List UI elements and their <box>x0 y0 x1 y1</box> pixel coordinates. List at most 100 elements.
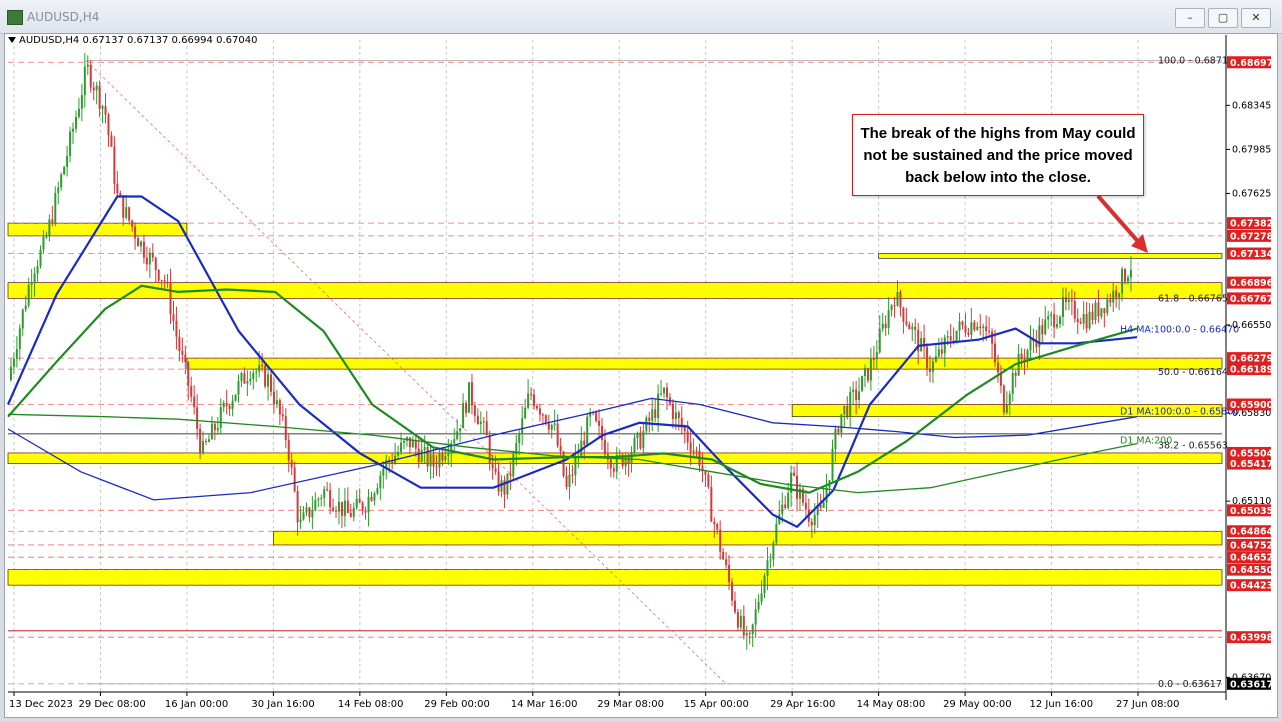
chart-legend: AUDUSD,H4 0.67137 0.67137 0.66994 0.6704… <box>8 35 257 46</box>
candle-body <box>683 427 686 432</box>
fibonacci-trendline <box>85 60 727 685</box>
candle-body <box>80 95 83 109</box>
candle-body <box>329 490 332 508</box>
candle-body <box>810 521 813 526</box>
candle-body <box>314 500 317 511</box>
price-tag-label: 0.64423 <box>1230 581 1273 592</box>
candle-body <box>163 280 166 282</box>
candle-body <box>556 423 559 446</box>
candle-body <box>89 64 92 88</box>
candle-body <box>397 451 400 456</box>
candle-body <box>651 409 654 421</box>
candle-body <box>39 249 42 267</box>
price-chart-svg[interactable]: 100.0 - 0.68710 61.8 - 0.66765 50.0 - 0.66… <box>0 0 1282 722</box>
candle-body <box>122 195 125 218</box>
candle-body <box>964 325 967 333</box>
candle-body <box>355 498 358 508</box>
candle-body <box>63 166 66 175</box>
dropdown-triangle-icon[interactable] <box>8 37 16 43</box>
candle-body <box>586 416 589 446</box>
candle-body <box>181 350 184 355</box>
candle-body <box>104 106 107 115</box>
x-tick-label: 14 Feb 08:00 <box>338 699 404 710</box>
candle-body <box>731 581 734 601</box>
price-tag-label: 0.68697 <box>1230 58 1273 69</box>
candle-body <box>346 500 349 513</box>
candle-body <box>332 507 335 511</box>
candle-body <box>595 412 598 421</box>
candle-body <box>190 386 193 397</box>
x-tick-label: 29 Apr 16:00 <box>770 699 835 710</box>
candle-body <box>402 440 405 443</box>
candle-body <box>435 466 438 468</box>
candle-body <box>627 457 630 463</box>
candle-body <box>689 442 692 452</box>
candle-body <box>559 445 562 452</box>
candle-body <box>716 523 719 530</box>
price-tag-label: 0.64752 <box>1230 540 1273 551</box>
candle-body <box>1014 372 1017 376</box>
candle-body <box>148 252 151 265</box>
candle-body <box>866 368 869 381</box>
candle-body <box>949 336 952 341</box>
candle-body <box>438 453 441 468</box>
candle-body <box>893 305 896 307</box>
candle-body <box>204 441 207 443</box>
candle-body <box>553 423 556 425</box>
candle-body <box>863 368 866 377</box>
candle-body <box>30 282 33 285</box>
candle-body <box>1124 268 1127 282</box>
candle-body <box>207 439 210 442</box>
candle-body <box>154 257 157 271</box>
candle-body <box>1091 311 1094 321</box>
candle-body <box>931 361 934 372</box>
candle-body <box>92 87 95 91</box>
candle-body <box>598 420 601 426</box>
candle-body <box>240 373 243 382</box>
candle-body <box>1103 308 1106 314</box>
candle-body <box>476 415 479 425</box>
candle-body <box>686 431 689 443</box>
candle-body <box>326 489 329 491</box>
candle-body <box>600 425 603 441</box>
candle-body <box>202 441 205 453</box>
candle-body <box>547 423 550 430</box>
candle-body <box>630 452 633 463</box>
x-tick-label: 29 May 00:00 <box>943 699 1012 710</box>
candle-body <box>453 439 456 444</box>
candle-body <box>107 114 110 136</box>
candle-body <box>187 362 190 387</box>
candle-body <box>293 467 296 492</box>
candle-body <box>642 431 645 449</box>
candle-body <box>562 451 565 477</box>
candle-body <box>210 423 213 440</box>
candle-body <box>237 381 240 395</box>
legend-ohlc: 0.67137 0.67137 0.66994 0.67040 <box>82 35 258 46</box>
candle-body <box>1070 299 1073 301</box>
price-tag-label: 0.66767 <box>1230 294 1273 305</box>
candle-body <box>213 423 216 431</box>
price-tag-label: 0.64864 <box>1230 527 1274 538</box>
candle-body <box>400 442 403 452</box>
candle-body <box>612 468 615 472</box>
candle-body <box>491 463 494 469</box>
candle-body <box>1121 268 1124 294</box>
candle-body <box>1112 290 1115 303</box>
candle-body <box>57 187 60 194</box>
candle-body <box>358 498 361 503</box>
candle-body <box>27 284 30 306</box>
candle-body <box>172 314 175 321</box>
candle-body <box>970 322 973 335</box>
candle-body <box>533 394 536 407</box>
price-tag-label: 0.65417 <box>1230 459 1273 470</box>
candle-body <box>432 454 435 467</box>
candle-body <box>305 507 308 513</box>
candle-body <box>719 529 722 552</box>
candle-body <box>639 432 642 449</box>
candle-body <box>837 428 840 433</box>
candle-body <box>98 85 101 109</box>
candle-body <box>252 372 255 379</box>
candle-body <box>42 236 45 250</box>
candle-body <box>633 437 636 453</box>
candle-body <box>914 326 917 330</box>
